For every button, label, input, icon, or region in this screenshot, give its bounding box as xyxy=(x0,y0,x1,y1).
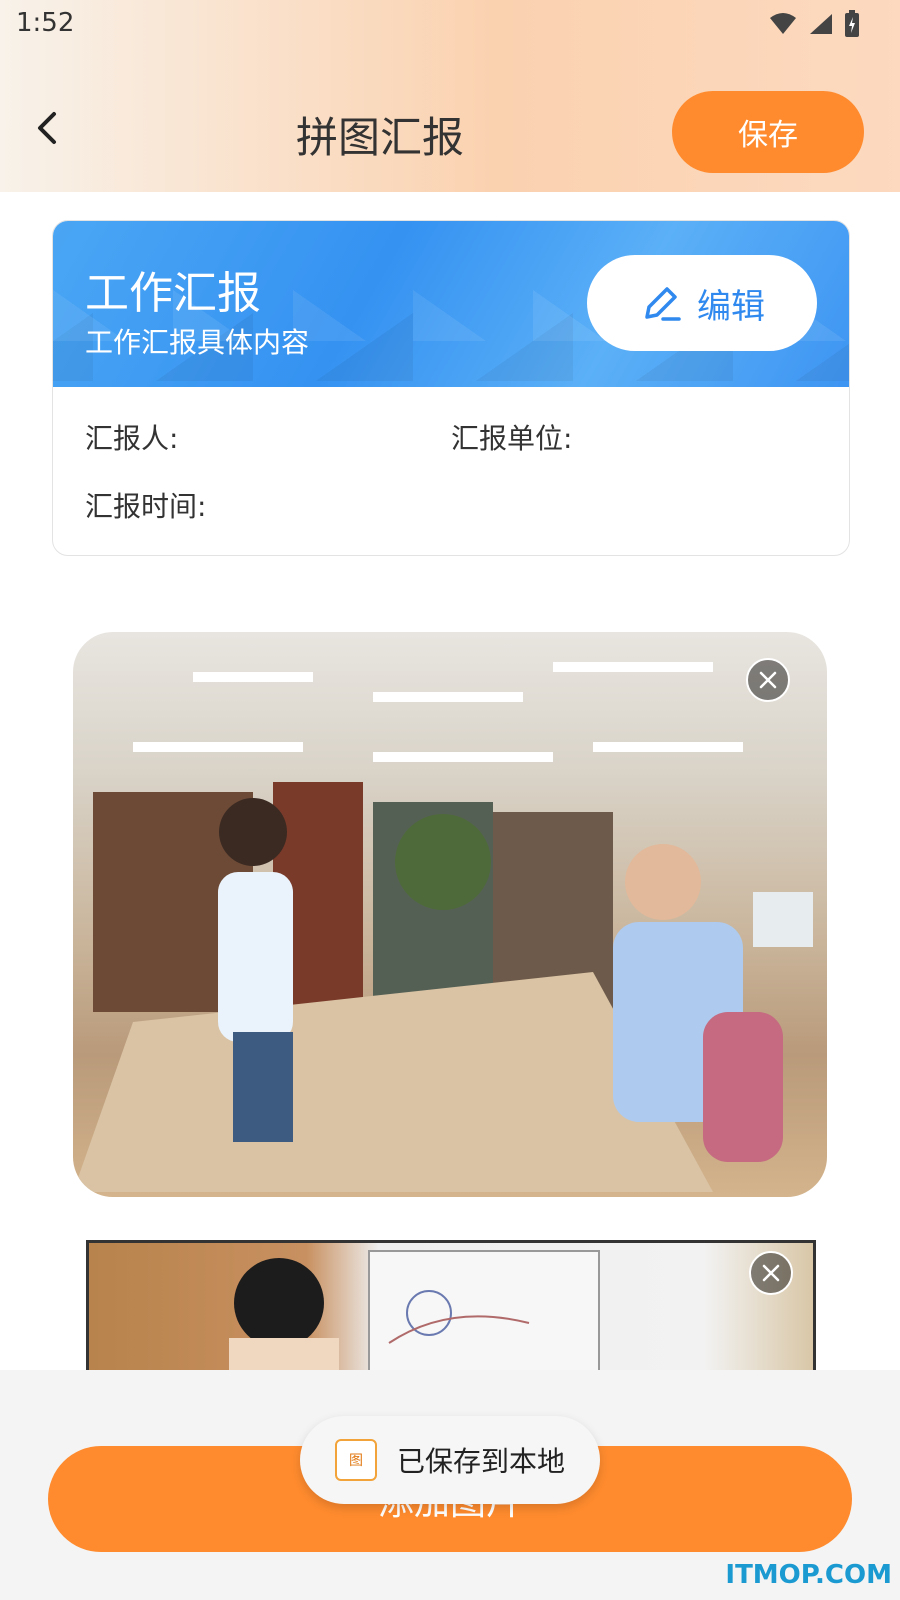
battery-icon xyxy=(845,10,859,37)
x-mark-icon xyxy=(759,671,777,689)
wifi-icon xyxy=(770,13,796,34)
edit-button[interactable]: 编辑 xyxy=(587,255,817,351)
toast-message: 图 已保存到本地 xyxy=(300,1416,600,1504)
edit-label: 编辑 xyxy=(697,286,765,327)
close-icon[interactable] xyxy=(746,658,790,702)
unit-label: 汇报单位: xyxy=(451,422,573,455)
report-title: 工作汇报 xyxy=(85,268,261,319)
close-icon[interactable] xyxy=(749,1251,793,1295)
whiteboard-scene-photo xyxy=(229,1250,600,1373)
status-icons xyxy=(768,10,860,38)
time-label: 汇报时间: xyxy=(85,490,207,523)
status-time: 1:52 xyxy=(16,8,75,38)
reporter-label: 汇报人: xyxy=(85,422,179,455)
edit-pencil-icon xyxy=(645,287,681,321)
header-bar: 1:52 拼图汇报 保存 xyxy=(0,0,900,192)
photo-item[interactable] xyxy=(86,1240,816,1373)
report-subtitle: 工作汇报具体内容 xyxy=(85,326,310,359)
toast-text: 已保存到本地 xyxy=(396,1445,565,1478)
watermark: ITMOP.COM xyxy=(725,1560,892,1590)
app-icon: 图 xyxy=(334,1439,377,1481)
library-scene-photo xyxy=(73,662,813,1192)
x-mark-icon xyxy=(762,1264,780,1282)
photo-item[interactable] xyxy=(73,632,827,1197)
page-title: 拼图汇报 xyxy=(295,113,464,162)
report-card-header: 工作汇报 工作汇报具体内容 编辑 xyxy=(53,221,849,387)
report-card: 工作汇报 工作汇报具体内容 编辑 汇报人: 汇报单位: 汇报时间: xyxy=(52,220,850,556)
signal-icon xyxy=(810,14,832,34)
save-button[interactable]: 保存 xyxy=(672,91,864,173)
